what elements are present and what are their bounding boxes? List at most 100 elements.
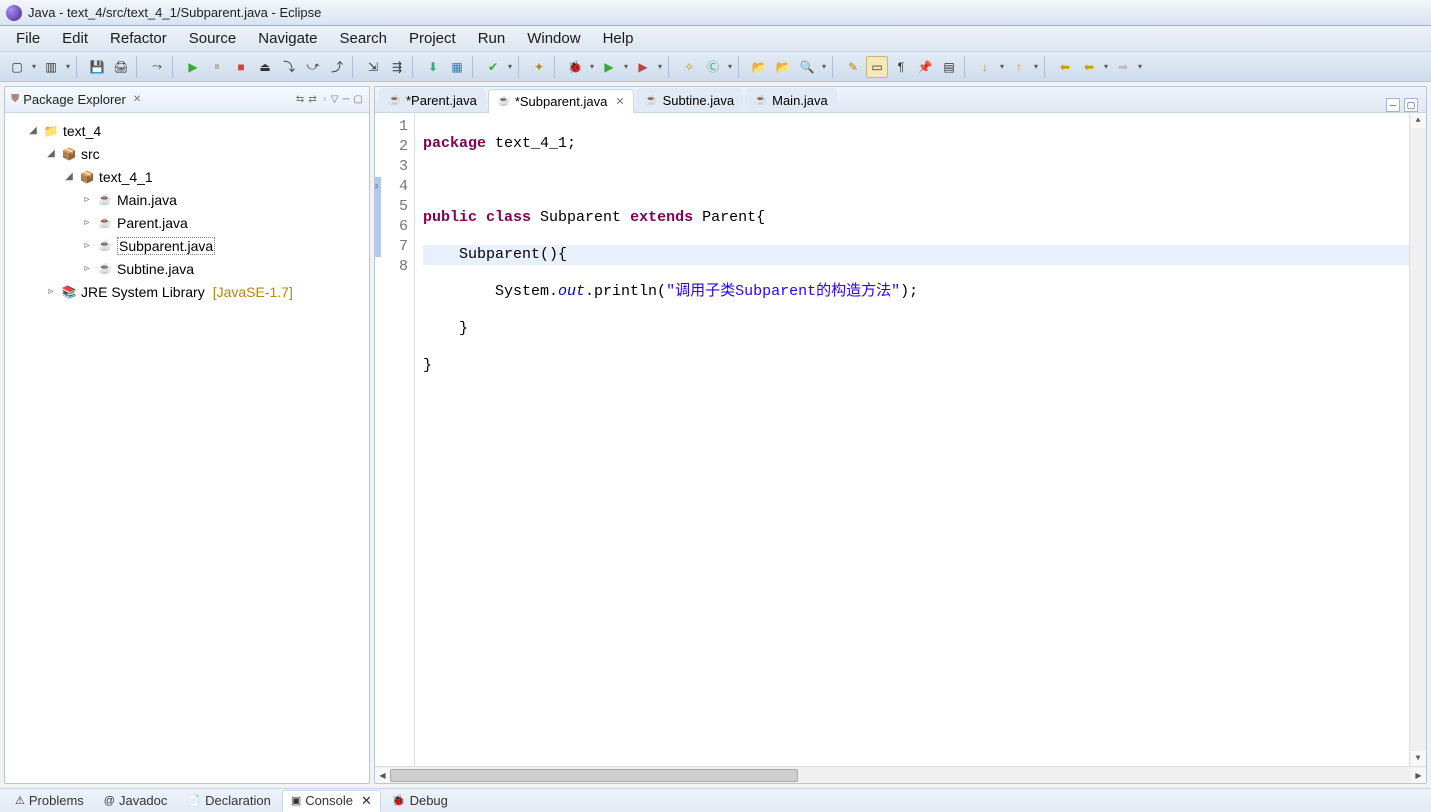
scroll-down-icon[interactable]: ▼ <box>1411 751 1426 766</box>
maximize-icon[interactable]: ▢ <box>354 94 363 105</box>
editor-tab-parent[interactable]: *Parent.java <box>379 88 486 112</box>
run-last-dropdown[interactable]: ▾ <box>656 62 664 71</box>
disconnect-button[interactable]: ⏏ <box>254 56 276 78</box>
tree-src-folder[interactable]: ◢ src <box>5 142 369 165</box>
build-button[interactable]: ⬇ <box>422 56 444 78</box>
tab-close-icon[interactable]: ✕ <box>615 95 624 108</box>
view-close-icon[interactable]: ✕ <box>361 793 372 809</box>
new-button[interactable]: ▢ <box>6 56 28 78</box>
expand-icon[interactable]: ◢ <box>27 125 39 136</box>
check-button[interactable]: ✔ <box>482 56 504 78</box>
print-button[interactable]: 🖨 <box>110 56 132 78</box>
editor-tab-subparent[interactable]: *Subparent.java ✕ <box>488 89 634 113</box>
editor-minimize-icon[interactable]: ─ <box>1386 98 1400 112</box>
search-button[interactable]: 🔍 <box>796 56 818 78</box>
tree-file-parent[interactable]: ▹ Parent.java <box>5 211 369 234</box>
next-annotation-dropdown[interactable]: ▾ <box>998 62 1006 71</box>
prev-annotation-dropdown[interactable]: ▾ <box>1032 62 1040 71</box>
menu-window[interactable]: Window <box>517 27 590 50</box>
scrollbar-thumb[interactable] <box>390 769 798 782</box>
expand-icon[interactable]: ▹ <box>81 240 93 251</box>
prev-annotation-button[interactable]: ↑ <box>1008 56 1030 78</box>
new-package-button[interactable]: ✧ <box>678 56 700 78</box>
editor-tab-subtine[interactable]: Subtine.java <box>636 88 744 112</box>
tab-javadoc[interactable]: @Javadoc <box>95 790 177 811</box>
tree-file-subtine[interactable]: ▹ Subtine.java <box>5 257 369 280</box>
debug-button[interactable]: 🐞 <box>564 56 586 78</box>
vertical-scrollbar[interactable]: ▲ ▼ <box>1409 113 1426 766</box>
code-editor[interactable]: package text_4_1; public class Subparent… <box>415 113 1409 766</box>
use-step-filters-button[interactable]: ⇶ <box>386 56 408 78</box>
tab-declaration[interactable]: 📄Declaration <box>178 790 279 811</box>
menu-project[interactable]: Project <box>399 27 466 50</box>
last-edit-button[interactable]: ⬅ <box>1078 56 1100 78</box>
resume-button[interactable]: ▶ <box>182 56 204 78</box>
editor-maximize-icon[interactable]: ▢ <box>1404 98 1418 112</box>
menu-refactor[interactable]: Refactor <box>100 27 177 50</box>
menu-edit[interactable]: Edit <box>52 27 98 50</box>
show-whitespace-button[interactable]: ¶ <box>890 56 912 78</box>
step-return-button[interactable]: ⤴ <box>326 56 348 78</box>
menu-file[interactable]: File <box>6 27 50 50</box>
tree-file-main[interactable]: ▹ Main.java <box>5 188 369 211</box>
menu-help[interactable]: Help <box>593 27 644 50</box>
drop-to-frame-button[interactable]: ⇲ <box>362 56 384 78</box>
step-into-button[interactable]: ⤵ <box>278 56 300 78</box>
next-annotation-button[interactable]: ↓ <box>974 56 996 78</box>
view-close-icon[interactable]: ✕ <box>130 94 144 105</box>
toggle-breadcrumb-button[interactable]: ▤ <box>938 56 960 78</box>
minimize-icon[interactable]: ─ <box>342 94 349 105</box>
link-editor-icon[interactable]: ⇄ <box>308 94 316 105</box>
step-over-button[interactable]: ⤻ <box>302 56 324 78</box>
tree-package[interactable]: ◢ text_4_1 <box>5 165 369 188</box>
open-task-button[interactable]: 📂 <box>772 56 794 78</box>
scroll-right-icon[interactable]: ▶ <box>1411 768 1426 783</box>
toggle-button[interactable]: ▦ <box>446 56 468 78</box>
new-class-dropdown[interactable]: ▾ <box>726 62 734 71</box>
toggle-mark-button[interactable]: ✎ <box>842 56 864 78</box>
expand-icon[interactable]: ◢ <box>45 148 57 159</box>
run-dropdown[interactable]: ▾ <box>622 62 630 71</box>
menu-search[interactable]: Search <box>329 27 397 50</box>
forward-dropdown[interactable]: ▾ <box>1136 62 1144 71</box>
view-menu-icon[interactable]: ▽ <box>331 94 339 105</box>
tree-file-subparent[interactable]: ▹ Subparent.java <box>5 234 369 257</box>
skip-breakpoints-button[interactable]: ⤳ <box>146 56 168 78</box>
scroll-left-icon[interactable]: ◀ <box>375 768 390 783</box>
save-button[interactable]: 💾 <box>86 56 108 78</box>
run-last-button[interactable]: ▶ <box>632 56 654 78</box>
new-class-button[interactable]: Ⓒ <box>702 56 724 78</box>
back-dropdown[interactable]: ▾ <box>1102 62 1110 71</box>
terminate-button[interactable]: ■ <box>230 56 252 78</box>
run-button[interactable]: ▶ <box>598 56 620 78</box>
new-dropdown[interactable]: ▾ <box>30 62 38 71</box>
tab-debug[interactable]: 🐞Debug <box>383 790 457 811</box>
new-wizard-button[interactable]: ✦ <box>528 56 550 78</box>
expand-icon[interactable]: ▹ <box>81 194 93 205</box>
check-dropdown[interactable]: ▾ <box>506 62 514 71</box>
editor-tab-main[interactable]: Main.java <box>745 88 837 112</box>
expand-icon[interactable]: ▹ <box>81 217 93 228</box>
tab-console[interactable]: ▣Console✕ <box>282 790 381 812</box>
debug-dropdown[interactable]: ▾ <box>588 62 596 71</box>
save-dropdown[interactable]: ▾ <box>64 62 72 71</box>
back-button[interactable]: ⬅ <box>1054 56 1076 78</box>
expand-icon[interactable]: ▹ <box>81 263 93 274</box>
open-type-button[interactable]: 📂 <box>748 56 770 78</box>
collapse-all-icon[interactable]: ⇆ <box>296 94 304 105</box>
pin-editor-button[interactable]: 📌 <box>914 56 936 78</box>
search-dropdown[interactable]: ▾ <box>820 62 828 71</box>
menu-run[interactable]: Run <box>468 27 516 50</box>
tab-problems[interactable]: ⚠Problems <box>6 790 93 811</box>
scroll-up-icon[interactable]: ▲ <box>1411 113 1426 128</box>
horizontal-scrollbar[interactable]: ◀ ▶ <box>375 766 1426 783</box>
toggle-block-button[interactable]: ▭ <box>866 56 888 78</box>
focus-icon[interactable]: ◑ <box>321 94 327 105</box>
package-explorer-tree[interactable]: ◢ text_4 ◢ src ◢ text_4_1 ▹ Main.java ▹ <box>5 113 369 783</box>
menu-navigate[interactable]: Navigate <box>248 27 327 50</box>
expand-icon[interactable]: ▹ <box>45 286 57 297</box>
tree-jre[interactable]: ▹ JRE System Library [JavaSE-1.7] <box>5 280 369 303</box>
save-all-button[interactable]: ▥ <box>40 56 62 78</box>
forward-button[interactable]: ➡ <box>1112 56 1134 78</box>
tree-project[interactable]: ◢ text_4 <box>5 119 369 142</box>
